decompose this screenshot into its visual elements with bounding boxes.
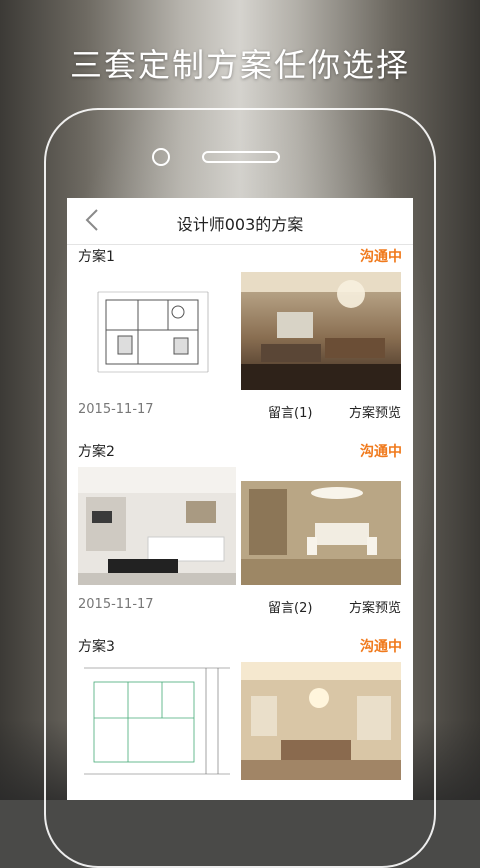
page-title: 设计师003的方案 — [176, 215, 304, 234]
plan-date: 2015-11-17 — [78, 402, 154, 417]
plan-card[interactable]: 方案2 沟通中 2015-11-17 留言(2) 方案预览 — [67, 439, 413, 634]
message-link[interactable]: 留言(1) — [268, 402, 312, 421]
european-living-room-photo[interactable] — [241, 662, 401, 780]
floor-plan-thumbnail[interactable] — [78, 272, 236, 390]
status-badge: 沟通中 — [360, 249, 402, 265]
promo-headline: 三套定制方案任你选择 — [69, 46, 410, 84]
plan-card[interactable]: 方案3 沟通中 — [67, 634, 413, 800]
status-badge: 沟通中 — [360, 639, 402, 655]
message-link[interactable]: 留言(2) — [268, 597, 312, 616]
nav-bar: 设计师003的方案 — [67, 198, 413, 245]
plan-list: 方案1 沟通中 2015-11-17 留言(1) 方案预览 方案2 沟通中 20… — [67, 244, 413, 800]
plan-title: 方案2 — [78, 444, 115, 460]
phone-camera-icon — [152, 148, 170, 166]
plan-card[interactable]: 方案1 沟通中 2015-11-17 留言(1) 方案预览 — [67, 244, 413, 439]
phone-screen: 设计师003的方案 方案1 沟通中 2015-11-17 留言(1) 方案预览 … — [67, 198, 413, 800]
living-room-photo[interactable] — [241, 272, 401, 390]
preview-link[interactable]: 方案预览 — [349, 597, 401, 616]
living-room-render[interactable] — [78, 467, 236, 585]
preview-link[interactable]: 方案预览 — [349, 402, 401, 421]
cad-floor-plan-thumbnail[interactable] — [78, 662, 236, 780]
status-badge: 沟通中 — [360, 444, 402, 460]
plan-date: 2015-11-17 — [78, 597, 154, 612]
plan-title: 方案1 — [78, 249, 115, 265]
phone-speaker-icon — [202, 151, 280, 163]
dining-room-render[interactable] — [241, 467, 401, 585]
plan-title: 方案3 — [78, 639, 115, 655]
